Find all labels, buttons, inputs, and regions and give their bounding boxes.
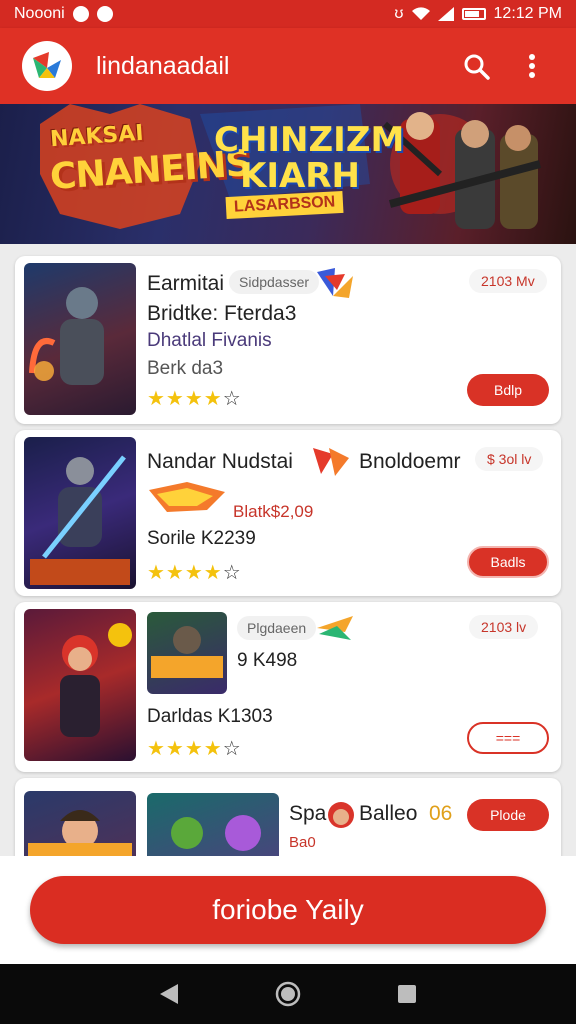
banner-text-4: CHINZIZM <box>214 120 405 160</box>
vibrate-icon: ʊ <box>394 5 404 22</box>
game-genre: Balleo <box>359 802 418 825</box>
game-subtitle: 9 K498 <box>237 650 298 671</box>
install-button[interactable]: Badls <box>467 546 549 578</box>
game-thumbnail[interactable] <box>24 609 136 761</box>
game-title: Earmitai <box>147 272 225 295</box>
game-subtitle: Bridtke: Fterda3 <box>147 302 297 325</box>
more-vert-icon <box>529 54 535 78</box>
game-genre: Bnoldoemr <box>359 450 461 473</box>
system-nav-bar <box>0 964 576 1024</box>
get-button[interactable]: === <box>467 722 549 754</box>
game-title: Spa <box>289 802 327 825</box>
game-count: 06 <box>429 802 453 825</box>
game-card-1[interactable]: Earmitai Sidpdasser 2103 Mv Bridtke: Fte… <box>15 256 561 424</box>
game-card-2[interactable]: Nandar Nudstai Bnoldoemr $ 3ol lv Blatk$… <box>15 430 561 596</box>
game-meta: Darldas K1303 <box>147 706 273 727</box>
price-tag: 2103 lv <box>469 615 539 639</box>
thumbnail-art <box>60 623 132 737</box>
app-title: lindanaadail <box>96 51 230 80</box>
wifi-icon <box>411 7 430 21</box>
game-meta: Sorile K2239 <box>147 528 256 549</box>
status-right: ʊ 12:12 PM <box>394 5 562 23</box>
game-title: Nandar Nudstai <box>147 450 293 473</box>
game-thumbnail[interactable] <box>24 437 136 589</box>
thumbnail-art <box>29 287 104 385</box>
category-chip[interactable]: Sidpdasser <box>229 270 320 294</box>
promo-banner[interactable]: NAKSAI CNANEINS CHINZIZM KIARH LASARBSON <box>0 104 576 244</box>
game-meta: Berk da3 <box>147 358 224 379</box>
star-rating: ★★★★☆ <box>147 562 242 584</box>
price-tag: 2103 Mv <box>469 269 547 293</box>
game-thumbnail[interactable] <box>24 263 136 415</box>
star-rating: ★★★★☆ <box>147 388 242 410</box>
game-thumbnail-secondary[interactable] <box>147 612 227 694</box>
badge-icon <box>317 268 353 298</box>
status-left: Noooni <box>14 5 113 23</box>
thumbnail-art-secondary <box>151 626 223 678</box>
overflow-menu-button[interactable] <box>510 44 554 88</box>
category-chip[interactable]: Plgdaeen <box>237 616 317 640</box>
recents-icon[interactable] <box>396 983 418 1005</box>
signal-icon <box>437 7 454 21</box>
alarm-icon <box>96 6 113 22</box>
game-price-detail: Blatk$2,09 <box>233 502 314 521</box>
app-logo-icon <box>33 52 61 78</box>
game-card-3[interactable]: Plgdaeen 2103 lv 9 K498 Darldas K1303 ★★… <box>15 602 561 772</box>
price-tag: $ 3ol lv <box>475 447 544 471</box>
badge-icon <box>317 616 353 640</box>
notification-icon <box>72 6 89 22</box>
search-icon <box>464 54 490 80</box>
primary-cta-button[interactable]: foriobe Yaily <box>30 876 546 944</box>
app-bar: lindanaadail <box>0 28 576 104</box>
thumbnail-art <box>30 455 130 585</box>
install-button[interactable]: Bdlp <box>467 374 549 406</box>
back-icon[interactable] <box>158 982 180 1006</box>
game-developer: Dhatlal Fivanis <box>147 330 272 351</box>
avatar <box>328 802 354 828</box>
home-icon[interactable] <box>275 981 301 1007</box>
game-meta: Ba0 <box>289 834 316 851</box>
star-rating: ★★★★☆ <box>147 738 242 760</box>
time-text: 12:12 PM <box>493 5 562 22</box>
play-button[interactable]: Plode <box>467 799 549 831</box>
status-bar: Noooni ʊ 12:12 PM <box>0 0 576 28</box>
badge-icon <box>313 448 349 476</box>
carrier-text: Noooni <box>14 5 65 22</box>
search-button[interactable] <box>454 44 498 88</box>
logo-art <box>149 482 225 512</box>
app-logo[interactable] <box>22 41 72 91</box>
battery-icon <box>461 8 486 20</box>
